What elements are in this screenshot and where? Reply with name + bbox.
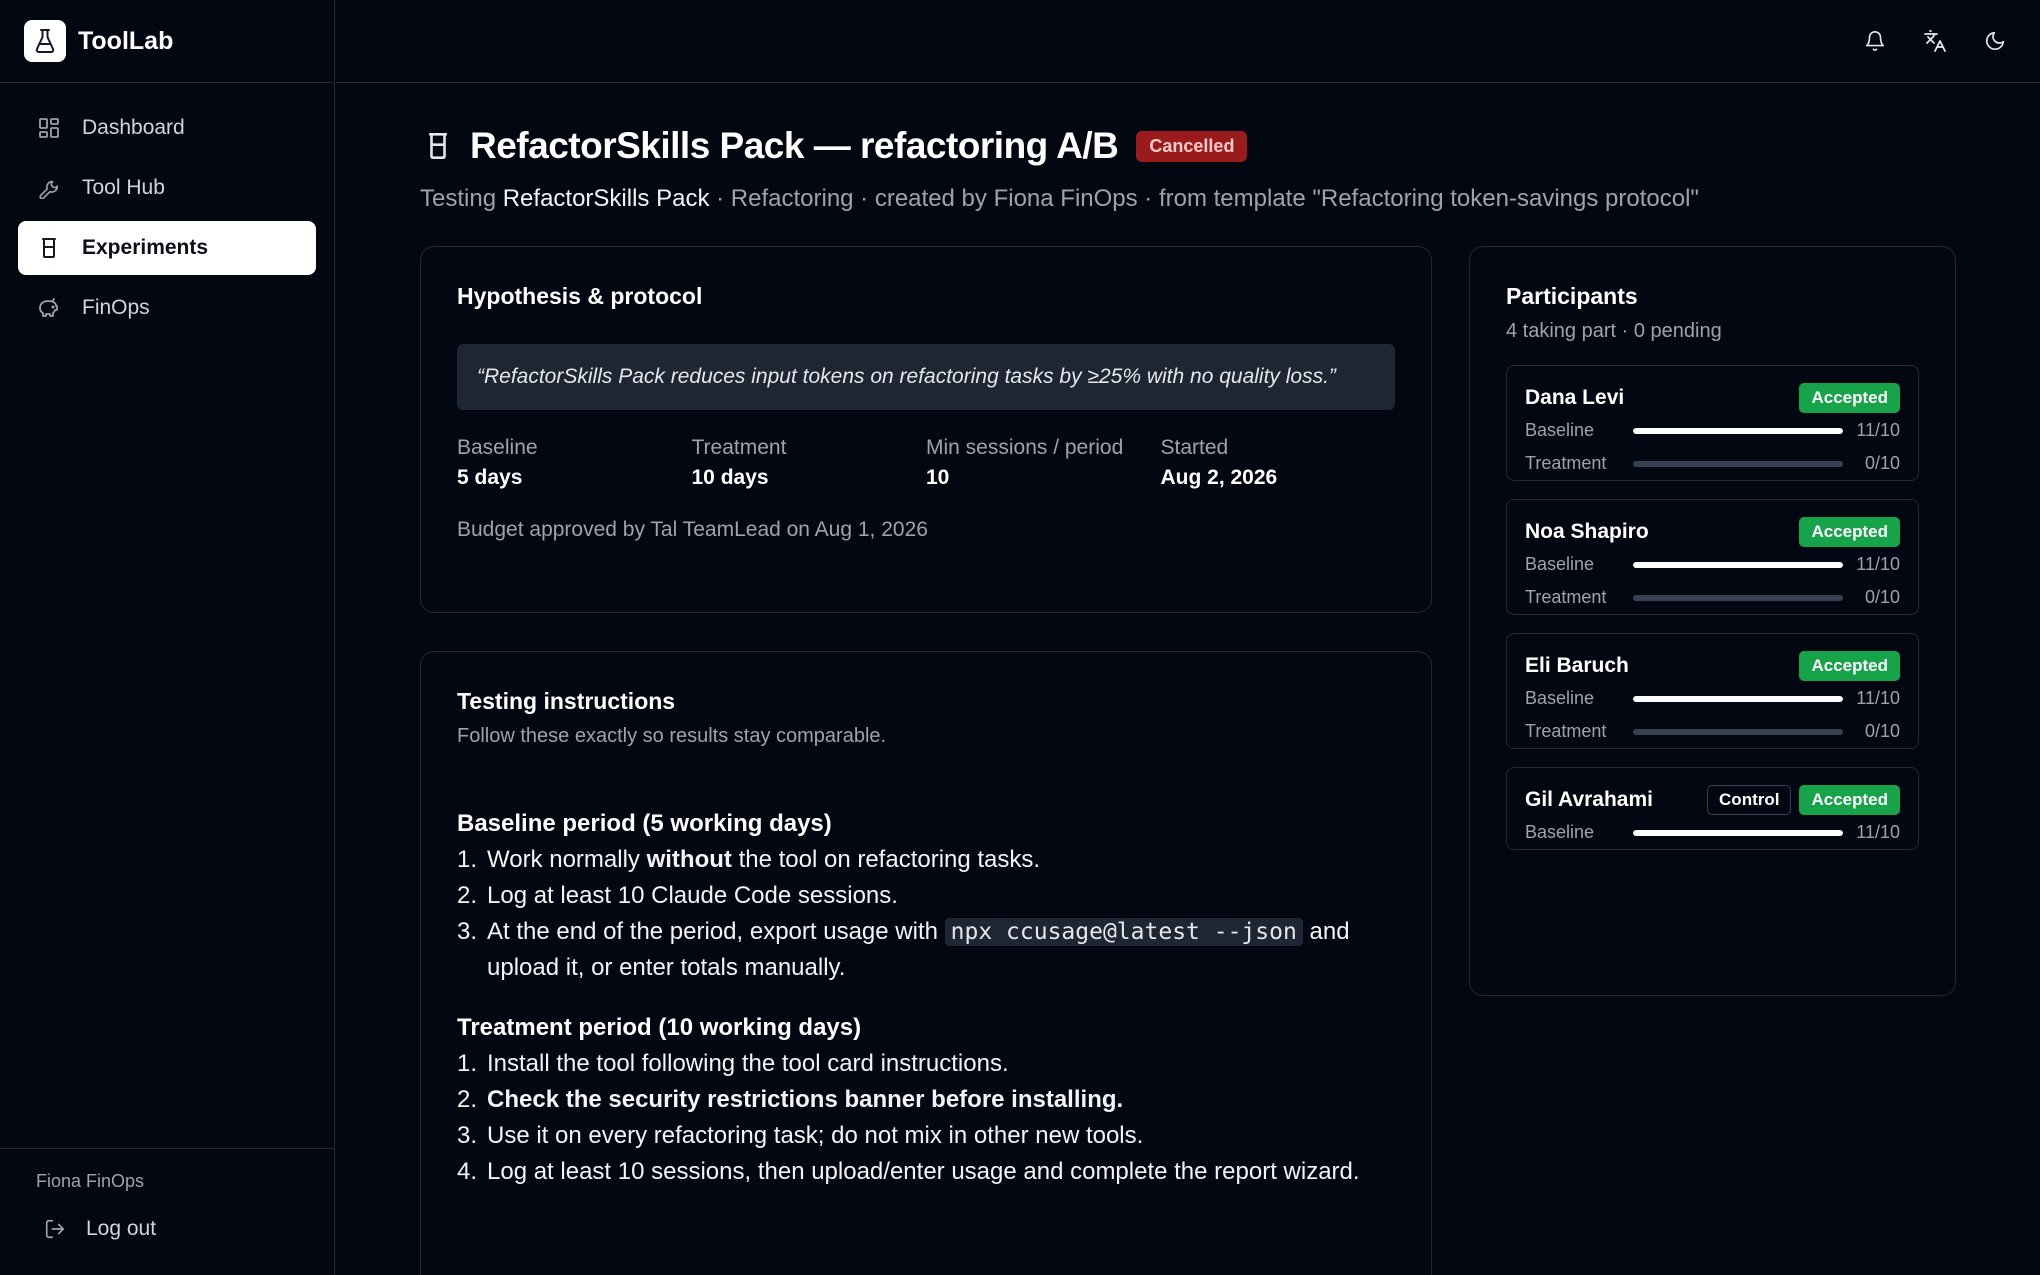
nav-item-tool-hub[interactable]: Tool Hub bbox=[18, 161, 316, 215]
main-content: RefactorSkills Pack — refactoring A/B Ca… bbox=[420, 83, 1956, 1275]
nav-label: Experiments bbox=[82, 236, 209, 259]
stat-label: Baseline bbox=[457, 436, 538, 459]
subtitle-prefix: Testing bbox=[420, 185, 497, 212]
budget-approval: Budget approved by Tal TeamLead on Aug 1… bbox=[457, 518, 928, 541]
status-badge: Cancelled bbox=[1136, 130, 1248, 162]
stat-treatment: Treatment 10 days bbox=[692, 436, 927, 490]
status-badge: Accepted bbox=[1799, 383, 1900, 413]
treatment-progress: Treatment 0/10 bbox=[1525, 587, 1900, 607]
card-title: Hypothesis & protocol bbox=[457, 283, 703, 309]
stat-label: Started bbox=[1160, 436, 1229, 459]
participants-list: Dana Levi Accepted Baseline 11/10 Treatm… bbox=[1506, 365, 1919, 850]
baseline-progress: Baseline 11/10 bbox=[1525, 822, 1900, 842]
control-badge: Control bbox=[1707, 785, 1792, 815]
participant-name: Gil Avrahami bbox=[1525, 788, 1653, 811]
logout-button[interactable]: Log out bbox=[42, 1216, 317, 1242]
status-badge: Accepted bbox=[1799, 517, 1900, 547]
participants-card: Participants 4 taking part · 0 pending D… bbox=[1469, 246, 1956, 996]
baseline-steps: 1. Work normally without the tool on refa… bbox=[457, 842, 1395, 986]
nav-item-dashboard[interactable]: Dashboard bbox=[18, 101, 316, 155]
treatment-steps: 1. Install the tool following the tool ca… bbox=[457, 1046, 1395, 1190]
treatment-progress: Treatment 0/10 bbox=[1525, 453, 1900, 473]
flask-icon bbox=[24, 20, 66, 62]
stat-value: 5 days bbox=[457, 466, 523, 489]
command-snippet[interactable]: npx ccusage@latest --json bbox=[944, 918, 1303, 946]
participants-summary: 4 taking part · 0 pending bbox=[1506, 320, 1722, 342]
hypothesis-card: Hypothesis & protocol “RefactorSkills Pa… bbox=[420, 246, 1432, 613]
participant-name: Eli Baruch bbox=[1525, 654, 1629, 677]
nav-label: Dashboard bbox=[82, 116, 185, 139]
beaker-icon bbox=[420, 128, 456, 164]
participant-row[interactable]: Dana Levi Accepted Baseline 11/10 Treatm… bbox=[1506, 365, 1919, 481]
list-item: 2. Log at least 10 Claude Code sessions. bbox=[457, 882, 898, 909]
nav-item-experiments[interactable]: Experiments bbox=[18, 221, 316, 275]
instructions-card: Testing instructions Follow these exactl… bbox=[420, 651, 1432, 1275]
list-item: 3. Use it on every refactoring task; do n… bbox=[457, 1122, 1144, 1149]
nav-item-finops[interactable]: FinOps bbox=[18, 281, 316, 335]
card-title: Testing instructions bbox=[457, 688, 676, 714]
wrench-icon bbox=[36, 175, 62, 201]
page-header: RefactorSkills Pack — refactoring A/B Ca… bbox=[420, 121, 1956, 171]
subtitle-tool-link[interactable]: RefactorSkills Pack bbox=[503, 185, 710, 212]
stat-min-sessions: Min sessions / period 10 bbox=[926, 436, 1161, 490]
stat-started: Started Aug 2, 2026 bbox=[1161, 436, 1396, 490]
list-item: 4. Log at least 10 sessions, then upload/… bbox=[457, 1158, 1360, 1185]
baseline-progress: Baseline 11/10 bbox=[1525, 420, 1900, 440]
baseline-heading: Baseline period (5 working days) bbox=[457, 810, 832, 837]
subtitle-details: · Refactoring · created by Fiona FinOps … bbox=[709, 185, 1699, 212]
list-item: 2. Check the security restrictions banner… bbox=[457, 1086, 1124, 1113]
list-item: 1. Install the tool following the tool ca… bbox=[457, 1050, 1009, 1077]
protocol-stats: Baseline 5 days Treatment 10 days Min se… bbox=[457, 436, 1395, 490]
page-subtitle: Testing RefactorSkills Pack · Refactorin… bbox=[420, 185, 1956, 213]
treatment-heading: Treatment period (10 working days) bbox=[457, 1014, 862, 1041]
card-title: Participants bbox=[1506, 283, 1638, 309]
nav-label: FinOps bbox=[82, 296, 150, 319]
brand[interactable]: ToolLab bbox=[0, 0, 334, 83]
sidebar: ToolLab Dashboard Tool Hub Experiments F… bbox=[0, 0, 335, 1275]
piggy-bank-icon bbox=[36, 295, 62, 321]
list-item: 1. Work normally without the tool on refa… bbox=[457, 846, 1041, 873]
stat-value: Aug 2, 2026 bbox=[1160, 466, 1278, 489]
hypothesis-quote: “RefactorSkills Pack reduces input token… bbox=[457, 344, 1395, 410]
nav-label: Tool Hub bbox=[82, 176, 165, 199]
baseline-progress: Baseline 11/10 bbox=[1525, 688, 1900, 708]
participant-name: Dana Levi bbox=[1525, 386, 1625, 409]
stat-value: 10 bbox=[926, 466, 950, 489]
app-name: ToolLab bbox=[78, 26, 174, 55]
status-badge: Accepted bbox=[1799, 785, 1900, 815]
logout-label: Log out bbox=[86, 1217, 157, 1240]
baseline-progress: Baseline 11/10 bbox=[1525, 554, 1900, 574]
stat-baseline: Baseline 5 days bbox=[457, 436, 692, 490]
translate-icon[interactable] bbox=[1920, 26, 1950, 56]
bell-icon[interactable] bbox=[1860, 26, 1890, 56]
stat-label: Min sessions / period bbox=[926, 436, 1124, 459]
treatment-progress: Treatment 0/10 bbox=[1525, 721, 1900, 741]
status-badge: Accepted bbox=[1799, 651, 1900, 681]
page-title: RefactorSkills Pack — refactoring A/B bbox=[470, 125, 1119, 166]
stat-value: 10 days bbox=[691, 466, 769, 489]
card-subtitle: Follow these exactly so results stay com… bbox=[457, 725, 887, 747]
stat-label: Treatment bbox=[691, 436, 787, 459]
sidebar-footer: Fiona FinOps Log out bbox=[0, 1148, 335, 1275]
participant-name: Noa Shapiro bbox=[1525, 520, 1649, 543]
topbar bbox=[336, 0, 2040, 83]
list-item: 3. At the end of the period, export usage… bbox=[457, 918, 1350, 981]
main-nav: Dashboard Tool Hub Experiments FinOps bbox=[0, 83, 334, 335]
current-user-name: Fiona FinOps bbox=[36, 1171, 145, 1191]
participant-row[interactable]: Gil Avrahami Control Accepted Baseline 1… bbox=[1506, 767, 1919, 850]
dashboard-icon bbox=[36, 115, 62, 141]
participant-row[interactable]: Noa Shapiro Accepted Baseline 11/10 Trea… bbox=[1506, 499, 1919, 615]
beaker-icon bbox=[36, 235, 62, 261]
instructions-body: Baseline period (5 working days) 1. Work … bbox=[457, 806, 1395, 1190]
participant-row[interactable]: Eli Baruch Accepted Baseline 11/10 Treat… bbox=[1506, 633, 1919, 749]
moon-icon[interactable] bbox=[1980, 26, 2010, 56]
topbar-actions bbox=[1860, 26, 2010, 56]
logout-icon bbox=[42, 1216, 68, 1242]
